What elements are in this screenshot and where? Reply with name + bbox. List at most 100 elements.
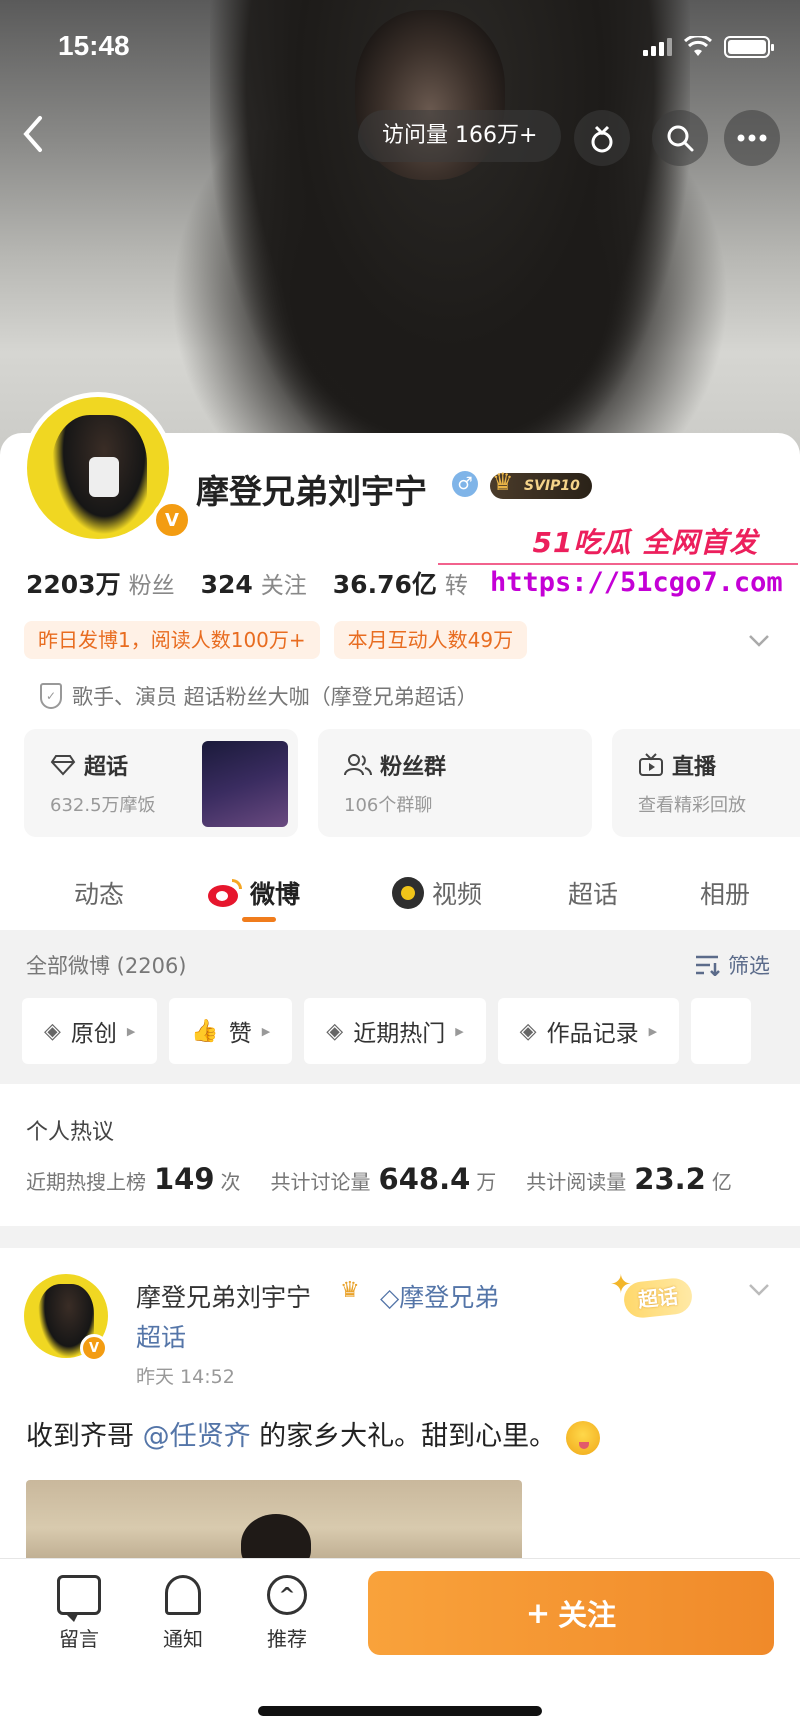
verification-text: 歌手、演员 超话粉丝大咖（摩登兄弟超话） xyxy=(72,685,478,709)
tab-super-topic[interactable]: 超话 xyxy=(568,875,618,911)
thumbs-up-icon: 👍 xyxy=(191,1018,219,1044)
search-icon xyxy=(667,125,694,152)
likes-count: 36.76亿 xyxy=(332,570,437,599)
tab-weibo[interactable]: 微博 xyxy=(208,875,300,911)
weibo-post: V 摩登兄弟刘宇宁 ♛ ◇摩登兄弟 超话 昨天 14:52 ✦ 超话 收到齐哥 … xyxy=(0,1248,800,1560)
layers-icon: ◈ xyxy=(44,1018,61,1044)
gender-male-icon: ♂ xyxy=(452,471,478,497)
filter-icon xyxy=(696,955,720,976)
profile-avatar[interactable]: V xyxy=(22,392,192,544)
following-count[interactable]: 324 xyxy=(201,570,253,599)
super-topic-badge[interactable]: ✦ 超话 xyxy=(610,1270,720,1326)
profile-stats: 2203万 粉丝 324 关注 36.76亿 转 xyxy=(26,565,486,601)
chip-original[interactable]: ◈ 原创 ▶ xyxy=(22,998,158,1064)
watermark: 51吃瓜 全网首发 https://51cgo7.com xyxy=(438,521,798,598)
search-button[interactable] xyxy=(652,110,708,166)
likes-label: 转 xyxy=(444,573,468,599)
video-icon xyxy=(392,877,424,909)
profile-card: V 摩登兄弟刘宇宁 ♂ ♛ SVIP10 51吃瓜 全网首发 https://5… xyxy=(0,392,800,930)
filter-chips: ◈ 原创 ▶ 👍 赞 ▶ ◈ 近期热门 ▶ ◈ 作品记录 ▶ xyxy=(22,998,752,1064)
super-topic-card[interactable]: 超话 632.5万摩饭 xyxy=(24,729,298,837)
top-nav: 访问量 166万+ xyxy=(0,110,800,166)
group-icon xyxy=(344,754,372,776)
personal-hot-discussion[interactable]: 个人热议 近期热搜上榜 149 次 共计讨论量 648.4 万 共计阅读量 23.2 亿 xyxy=(0,1084,800,1226)
bottom-action-bar: 留言 通知 ^ 推荐 + 关注 xyxy=(0,1558,800,1731)
tab-feed[interactable]: 动态 xyxy=(74,875,124,911)
post-menu-chevron-icon[interactable] xyxy=(748,1278,770,1303)
chip-works[interactable]: ◈ 作品记录 ▶ xyxy=(497,998,680,1064)
hot-title: 个人热议 xyxy=(26,1120,115,1145)
active-tab-indicator xyxy=(242,917,276,922)
verified-v-badge: V xyxy=(152,500,192,540)
watermark-line2: https://51cgo7.com xyxy=(490,567,783,598)
visit-count-pill[interactable]: 访问量 166万+ xyxy=(358,110,562,162)
expand-chevron-icon[interactable] xyxy=(748,629,770,654)
mention-link[interactable]: @任贤齐 xyxy=(143,1421,251,1452)
activity-tag[interactable]: 本月互动人数49万 xyxy=(333,621,528,659)
activity-tag[interactable]: 昨日发博1，阅读人数100万+ xyxy=(24,621,320,659)
tab-video[interactable]: 视频 xyxy=(392,875,482,911)
chip-more[interactable] xyxy=(691,998,752,1064)
message-button[interactable]: 留言 xyxy=(44,1575,114,1652)
feed-filter-area: 全部微博 (2206) 筛选 ◈ 原创 ▶ 👍 赞 ▶ ◈ 近期热门 ▶ ◈ 作… xyxy=(0,930,800,1076)
layers-icon: ◈ xyxy=(519,1018,537,1044)
chip-recent-hot[interactable]: ◈ 近期热门 ▶ xyxy=(304,998,486,1064)
cellular-signal-icon xyxy=(643,38,672,56)
back-button[interactable] xyxy=(18,114,62,158)
battery-icon xyxy=(724,36,774,58)
diamond-icon xyxy=(50,755,76,776)
tab-album[interactable]: 相册 xyxy=(700,875,750,911)
chip-liked[interactable]: 👍 赞 ▶ xyxy=(169,998,293,1064)
profile-tabs: 动态 微博 视频 超话 相册 xyxy=(0,857,800,930)
gift-bag-icon xyxy=(591,125,613,153)
status-icons xyxy=(643,36,774,58)
profile-name: 摩登兄弟刘宇宁 xyxy=(196,472,427,511)
follow-button[interactable]: + 关注 xyxy=(368,1571,774,1655)
svip-badge[interactable]: ♛ SVIP10 xyxy=(490,469,592,499)
notify-button[interactable]: 通知 xyxy=(148,1575,218,1652)
post-super-topic-link-cont[interactable]: 超话 xyxy=(136,1318,186,1354)
shield-icon: ✓ xyxy=(40,683,62,709)
gift-button[interactable] xyxy=(574,110,630,166)
recommend-button[interactable]: ^ 推荐 xyxy=(252,1575,322,1652)
post-author[interactable]: 摩登兄弟刘宇宁 xyxy=(136,1278,311,1314)
watermark-line1: 51吃瓜 全网首发 xyxy=(532,526,759,559)
caret-right-icon: ▶ xyxy=(455,1024,464,1038)
diamond-icon: ◇ xyxy=(380,1283,400,1312)
verification-info[interactable]: ✓ 歌手、演员 超话粉丝大咖（摩登兄弟超话） xyxy=(40,681,478,711)
super-topic-thumbnail xyxy=(202,741,288,827)
following-label: 关注 xyxy=(260,573,307,599)
more-button[interactable] xyxy=(724,110,780,166)
caret-right-icon: ▶ xyxy=(648,1024,658,1038)
fan-group-card[interactable]: 粉丝群 106个群聊 xyxy=(318,729,592,837)
wifi-icon xyxy=(684,36,712,56)
post-super-topic-link[interactable]: ◇摩登兄弟 xyxy=(380,1278,499,1314)
weibo-logo-icon xyxy=(208,879,242,907)
post-text: 收到齐哥 @任贤齐 的家乡大礼。甜到心里。 xyxy=(26,1414,601,1455)
caret-right-icon: ▶ xyxy=(261,1024,271,1038)
filter-button[interactable]: 筛选 xyxy=(694,950,770,980)
crown-icon: ♛ xyxy=(340,1278,360,1303)
live-card[interactable]: 直播 查看精彩回放 xyxy=(612,729,800,837)
caret-right-icon: ▶ xyxy=(126,1024,136,1038)
fans-count[interactable]: 2203万 xyxy=(26,565,121,601)
post-image[interactable] xyxy=(26,1480,522,1560)
message-icon xyxy=(57,1575,101,1622)
status-time: 15:48 xyxy=(58,30,130,61)
activity-tags: 昨日发博1，阅读人数100万+ 本月互动人数49万 xyxy=(24,621,528,659)
bell-icon xyxy=(165,1575,201,1615)
more-dots-icon xyxy=(737,134,767,142)
chevron-up-circle-icon: ^ xyxy=(267,1575,307,1615)
hot-stats-row: 近期热搜上榜 149 次 共计讨论量 648.4 万 共计阅读量 23.2 亿 xyxy=(26,1162,732,1196)
layers-icon: ◈ xyxy=(326,1018,344,1044)
fans-label: 粉丝 xyxy=(128,573,175,599)
live-tv-icon xyxy=(639,753,663,776)
plus-icon: + xyxy=(525,1596,551,1630)
home-indicator xyxy=(258,1706,542,1716)
feature-cards: 超话 632.5万摩饭 粉丝群 106个群聊 直播 查看精彩回放 xyxy=(24,729,800,837)
verified-v-badge: V xyxy=(80,1334,108,1362)
post-time: 昨天 14:52 xyxy=(136,1366,235,1388)
weibo-count: 全部微博 (2206) xyxy=(26,954,187,978)
tongue-out-emoji-icon xyxy=(566,1420,601,1455)
status-bar: 15:48 xyxy=(0,0,800,100)
